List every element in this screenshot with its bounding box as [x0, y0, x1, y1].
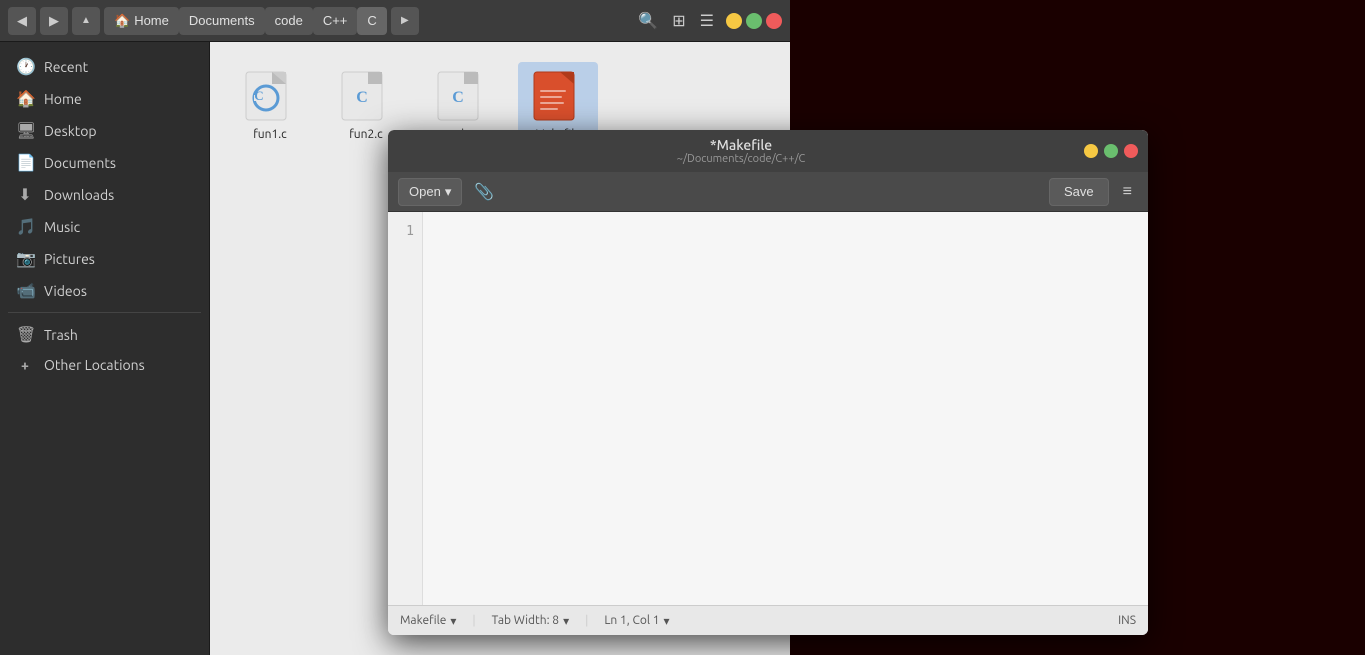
sidebar-item-home[interactable]: 🏠 Home [4, 83, 205, 114]
cursor-position-selector[interactable]: Ln 1, Col 1 ▾ [604, 614, 669, 628]
ins-mode-badge: INS [1118, 614, 1136, 627]
file-type-selector[interactable]: Makefile ▾ [400, 614, 456, 628]
breadcrumb-cpp-button[interactable]: C++ [313, 7, 358, 35]
svg-text:C: C [254, 88, 263, 103]
home-icon: 🏠 [16, 89, 34, 108]
sidebar-item-label: Recent [44, 59, 88, 75]
sidebar-item-documents[interactable]: 📄 Documents [4, 147, 205, 178]
nav-up-button[interactable]: ▲ [72, 7, 100, 35]
nav-back-button[interactable]: ◀ [8, 7, 36, 35]
toolbar-actions: 🔍 ⊞ ☰ [634, 7, 718, 35]
file-name: fun1.c [253, 128, 287, 141]
window-controls [726, 13, 782, 29]
svg-text:C: C [452, 89, 464, 106]
sidebar-item-videos[interactable]: 📹 Videos [4, 275, 205, 306]
sidebar-item-other-locations[interactable]: + Other Locations [4, 351, 205, 379]
sidebar-item-trash[interactable]: 🗑 Trash [4, 319, 205, 350]
music-icon: 🎵 [16, 217, 34, 236]
file-name: fun2.c [349, 128, 383, 141]
editor-close-button[interactable] [1124, 144, 1138, 158]
save-button[interactable]: Save [1049, 178, 1109, 206]
home-icon: 🏠 [114, 13, 130, 29]
breadcrumb-code-button[interactable]: code [265, 7, 313, 35]
sidebar: 🕐 Recent 🏠 Home 🖥 Desktop 📄 Documents ⬇ … [0, 42, 210, 655]
sidebar-item-label: Other Locations [44, 357, 145, 373]
sidebar-item-recent[interactable]: 🕐 Recent [4, 51, 205, 82]
editor-window: *Makefile ~/Documents/code/C++/C Open ▾ … [388, 130, 1148, 635]
minimize-button[interactable] [726, 13, 742, 29]
sidebar-item-label: Documents [44, 155, 116, 171]
view-toggle-button[interactable]: ⊞ [668, 7, 689, 35]
cursor-pos-dropdown-icon: ▾ [664, 614, 670, 628]
editor-title-center: *Makefile ~/Documents/code/C++/C [398, 137, 1084, 165]
sidebar-item-label: Desktop [44, 123, 97, 139]
c-file-icon: C [244, 70, 296, 122]
svg-text:C: C [356, 89, 368, 106]
sidebar-item-label: Pictures [44, 251, 95, 267]
list-item[interactable]: C fun1.c [230, 62, 310, 149]
sidebar-item-desktop[interactable]: 🖥 Desktop [4, 115, 205, 146]
line-number-1: 1 [406, 224, 414, 239]
open-button[interactable]: Open ▾ [398, 178, 462, 206]
recent-icon: 🕐 [16, 57, 34, 76]
sidebar-item-downloads[interactable]: ⬇ Downloads [4, 179, 205, 210]
tab-width-label: Tab Width: 8 [492, 614, 559, 627]
sidebar-item-label: Music [44, 219, 80, 235]
videos-icon: 📹 [16, 281, 34, 300]
breadcrumb: 🏠 Home Documents code C++ C ▶ [104, 7, 630, 35]
sidebar-item-music[interactable]: 🎵 Music [4, 211, 205, 242]
documents-icon: 📄 [16, 153, 34, 172]
editor-menu-button[interactable]: ≡ [1117, 179, 1138, 205]
breadcrumb-home-button[interactable]: 🏠 Home [104, 7, 179, 35]
breadcrumb-c-button[interactable]: C [357, 7, 386, 35]
trash-icon: 🗑 [16, 325, 34, 344]
open-dropdown-icon: ▾ [445, 184, 452, 200]
editor-maximize-button[interactable] [1104, 144, 1118, 158]
downloads-icon: ⬇ [16, 185, 34, 204]
attach-button[interactable]: 📎 [470, 178, 498, 206]
toolbar: ◀ ▶ ▲ 🏠 Home Documents code C++ C ▶ 🔍 ⊞ … [0, 0, 790, 42]
pictures-icon: 📷 [16, 249, 34, 268]
cursor-pos-label: Ln 1, Col 1 [604, 614, 659, 627]
other-locations-icon: + [16, 357, 34, 373]
close-button[interactable] [766, 13, 782, 29]
breadcrumb-more-button[interactable]: ▶ [391, 7, 419, 35]
sidebar-item-label: Home [44, 91, 82, 107]
breadcrumb-documents-button[interactable]: Documents [179, 7, 265, 35]
menu-button[interactable]: ☰ [696, 7, 718, 35]
desktop-icon: 🖥 [16, 121, 34, 140]
sidebar-item-label: Downloads [44, 187, 114, 203]
editor-toolbar: Open ▾ 📎 Save ≡ [388, 172, 1148, 212]
file-type-dropdown-icon: ▾ [450, 614, 456, 628]
c-file-icon: C [436, 70, 488, 122]
editor-titlebar: *Makefile ~/Documents/code/C++/C [388, 130, 1148, 172]
nav-forward-button[interactable]: ▶ [40, 7, 68, 35]
editor-window-controls [1084, 144, 1138, 158]
editor-title: *Makefile [710, 137, 772, 153]
file-type-label: Makefile [400, 614, 446, 627]
editor-statusbar: Makefile ▾ | Tab Width: 8 ▾ | Ln 1, Col … [388, 605, 1148, 635]
editor-text-input[interactable] [423, 212, 1148, 605]
editor-subtitle: ~/Documents/code/C++/C [677, 153, 805, 165]
editor-content-area: 1 [388, 212, 1148, 605]
sidebar-item-label: Trash [44, 327, 78, 343]
status-sep-2: | [585, 614, 588, 627]
line-numbers: 1 [388, 212, 423, 605]
tab-width-selector[interactable]: Tab Width: 8 ▾ [492, 614, 569, 628]
editor-minimize-button[interactable] [1084, 144, 1098, 158]
open-label: Open [409, 184, 441, 199]
breadcrumb-home-label: Home [134, 13, 169, 28]
status-sep-1: | [472, 614, 475, 627]
maximize-button[interactable] [746, 13, 762, 29]
sidebar-item-pictures[interactable]: 📷 Pictures [4, 243, 205, 274]
sidebar-item-label: Videos [44, 283, 87, 299]
search-button[interactable]: 🔍 [634, 7, 662, 35]
c-file-icon: C [340, 70, 392, 122]
makefile-icon [532, 70, 584, 122]
tab-width-dropdown-icon: ▾ [563, 614, 569, 628]
